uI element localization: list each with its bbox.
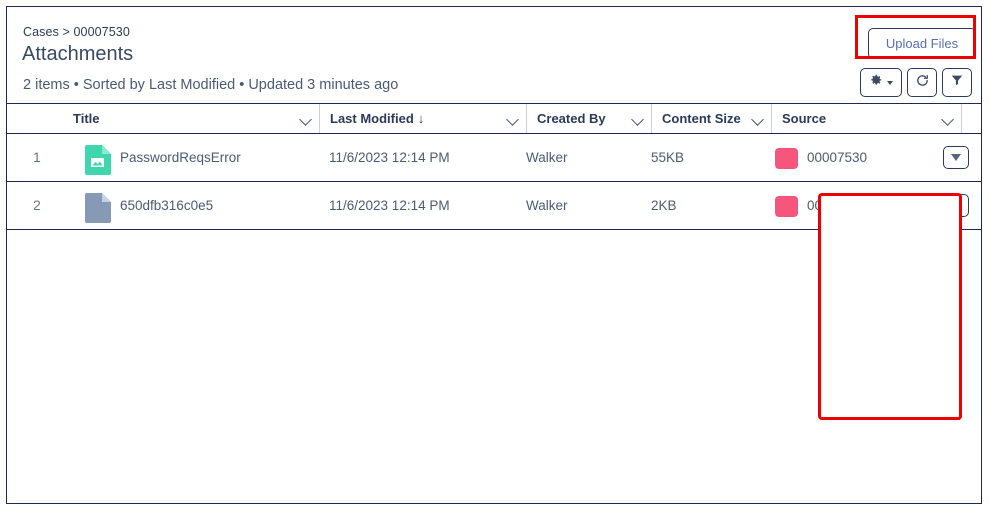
column-header-title[interactable]: Title [63, 104, 319, 133]
file-title-link[interactable]: PasswordReqsError [120, 134, 310, 181]
caret-down-icon [951, 202, 961, 209]
column-header-created-by[interactable]: Created By [526, 104, 651, 133]
menu-item-view-file-details[interactable]: View File Details [832, 276, 961, 310]
source-value[interactable]: 00007530 [807, 182, 917, 229]
content-size-value: 55KB [651, 150, 685, 165]
created-by-value: Walker [526, 150, 568, 165]
case-object-icon [775, 196, 798, 217]
list-view-controls-button[interactable] [860, 68, 902, 97]
card-header: Cases > 00007530 Attachments 2 items • S… [7, 7, 981, 103]
column-header-actions [961, 104, 981, 133]
chevron-down-icon [887, 80, 893, 85]
chevron-down-icon[interactable] [751, 113, 764, 126]
filter-button[interactable] [942, 68, 972, 97]
caret-down-icon [951, 154, 961, 161]
page-title: Attachments [22, 43, 134, 65]
chevron-down-icon[interactable] [299, 113, 312, 126]
image-file-icon [85, 145, 111, 175]
source-value[interactable]: 00007530 [807, 134, 917, 181]
menu-item-download[interactable]: Download [832, 242, 961, 276]
generic-file-icon [85, 193, 111, 223]
content-size-value: 2KB [651, 198, 677, 213]
column-header-source[interactable]: Source [771, 104, 961, 133]
column-label: Title [73, 111, 100, 126]
table-header-row: Title Last Modified ↓ Created By Content … [7, 103, 981, 134]
column-label: Content Size [662, 111, 741, 126]
file-title-link[interactable]: 650dfb316c0e5 [120, 182, 310, 229]
sort-ascending-icon: ↓ [417, 111, 425, 126]
refresh-icon [915, 73, 930, 93]
filter-icon [950, 73, 964, 92]
attachments-table: Title Last Modified ↓ Created By Content … [7, 103, 981, 230]
menu-item-delete[interactable]: Delete [832, 378, 961, 412]
row-number: 2 [33, 197, 41, 213]
column-label: Last Modified [330, 111, 414, 126]
table-row[interactable]: 1 PasswordReqsError 11/6/2023 12:14 PM W… [7, 134, 981, 182]
chevron-down-icon[interactable] [506, 113, 519, 126]
menu-item-upload-new-version[interactable]: Upload New Version [832, 310, 961, 344]
row-action-menu-button[interactable] [943, 194, 969, 217]
column-header-last-modified[interactable]: Last Modified ↓ [319, 104, 526, 133]
chevron-down-icon[interactable] [631, 113, 644, 126]
last-modified-value: 11/6/2023 12:14 PM [329, 198, 450, 213]
gear-icon [869, 73, 883, 92]
menu-item-edit-file-details[interactable]: Edit File Details [832, 344, 961, 378]
column-label: Created By [537, 111, 606, 126]
row-action-menu-button[interactable] [943, 146, 969, 169]
refresh-button[interactable] [907, 68, 937, 97]
table-row[interactable]: 2 650dfb316c0e5 11/6/2023 12:14 PM Walke… [7, 182, 981, 230]
upload-files-button[interactable]: Upload Files [868, 28, 976, 59]
column-header-content-size[interactable]: Content Size [651, 104, 771, 133]
list-status-text: 2 items • Sorted by Last Modified • Upda… [23, 77, 399, 93]
created-by-value: Walker [526, 198, 568, 213]
attachments-card: Cases > 00007530 Attachments 2 items • S… [6, 6, 982, 504]
case-object-icon [775, 148, 798, 169]
screenshot-root: Cases > 00007530 Attachments 2 items • S… [0, 0, 990, 513]
chevron-down-icon[interactable] [941, 113, 954, 126]
column-label: Source [782, 111, 827, 126]
breadcrumb[interactable]: Cases > 00007530 [23, 25, 130, 39]
row-action-menu: Download View File Details Upload New Ve… [831, 234, 962, 420]
row-number: 1 [33, 149, 41, 165]
last-modified-value: 11/6/2023 12:14 PM [329, 150, 450, 165]
